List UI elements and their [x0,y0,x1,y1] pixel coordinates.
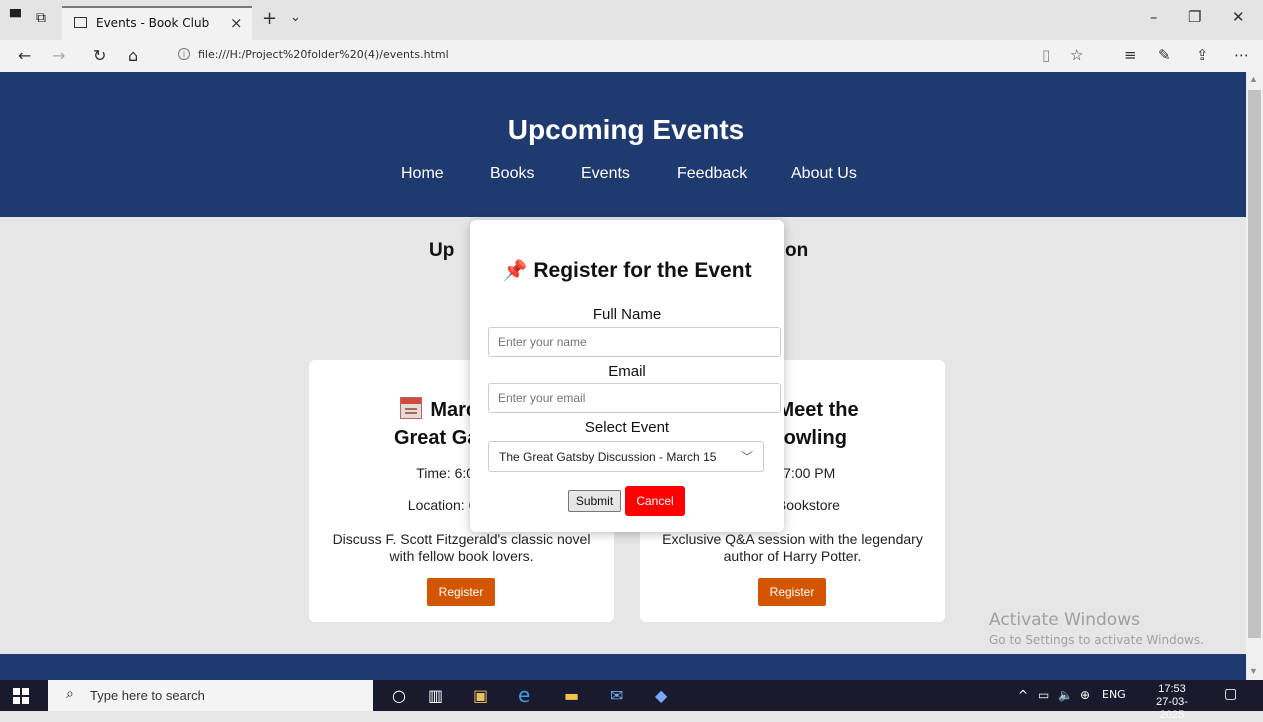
windows-taskbar: ⌕ Type here to search ○ ▥ ▣ e ▬ ✉ ◆ ^ ▭ … [0,680,1263,721]
forward-icon[interactable]: → [52,46,65,65]
full-name-label: Full Name [592,306,662,323]
pen-notes-icon[interactable]: ✎ [1158,46,1171,64]
refresh-icon[interactable]: ↻ [93,46,106,65]
modal-title-text: Register for the Event [533,259,752,282]
watermark-line2: Go to Settings to activate Windows. [989,633,1204,647]
taskbar-search-box[interactable]: ⌕ Type here to search [48,680,373,711]
event-select-value: The Great Gatsby Discussion - March 15 [499,450,717,464]
event-description-line1: Exclusive Q&A session with the legendary [662,531,923,547]
pushpin-icon: 📌 [502,258,528,282]
register-button[interactable]: Register [758,578,826,606]
chevron-down-icon[interactable]: ⌄ [290,10,301,25]
modal-title: 📌 Register for the Event [470,258,784,283]
address-bar-row: ← → ↻ ⌂ i file:///H:/Project%20folder%20… [0,40,1263,72]
taskbar-search-placeholder: Type here to search [90,688,205,703]
page-title: Upcoming Events [507,114,745,145]
clock-time: 17:53 [1158,683,1186,695]
favorite-star-icon[interactable]: ☆ [1070,46,1083,64]
page-scrollbar[interactable]: ▲ ▼ [1246,72,1263,680]
event-description-line2: author of Harry Potter. [723,548,862,564]
scroll-thumb[interactable] [1248,90,1261,638]
share-icon[interactable]: ⇪ [1196,46,1209,64]
select-event-label: Select Event [584,419,670,436]
restore-icon[interactable]: ❐ [1188,8,1201,26]
more-menu-icon[interactable]: ⋯ [1234,46,1249,64]
tab-close-icon[interactable]: × [230,14,243,32]
file-explorer-icon[interactable]: ▬ [564,686,579,705]
register-button[interactable]: Register [427,578,495,606]
event-description-line2: with fellow book lovers. [389,548,534,564]
section-title-left: Up [429,240,455,261]
url-text: file:///H:/Project%20folder%20(4)/events… [198,48,449,61]
submit-button[interactable]: Submit [568,490,621,512]
email-input[interactable] [488,383,781,413]
tab-actions-icon[interactable]: ▀ [10,10,21,26]
site-footer [0,654,1246,680]
cancel-button[interactable]: Cancel [625,486,685,516]
nav-feedback[interactable]: Feedback [677,165,747,183]
battery-icon[interactable]: ▭ [1038,688,1049,702]
edge-browser-icon[interactable]: e [518,683,530,707]
tab-preview-icon[interactable]: ⧉ [36,10,46,26]
store-icon[interactable]: ▣ [473,686,488,705]
windows-start-icon[interactable] [13,688,29,704]
home-icon[interactable]: ⌂ [128,46,138,65]
close-window-icon[interactable]: ✕ [1232,8,1245,26]
calendar-icon [400,397,423,419]
scroll-up-icon[interactable]: ▲ [1249,74,1258,84]
nav-books[interactable]: Books [490,165,534,183]
page-icon [74,17,87,28]
search-icon: ⌕ [66,686,74,702]
event-select[interactable]: The Great Gatsby Discussion - March 15 ﹀ [488,441,764,472]
scroll-down-icon[interactable]: ▼ [1249,666,1258,676]
action-center-icon[interactable]: ▢ [1224,686,1237,702]
back-icon[interactable]: ← [18,46,31,65]
new-tab-icon[interactable]: + [262,8,277,29]
watermark-line1: Activate Windows [989,610,1140,630]
task-view-icon[interactable]: ▥ [428,686,443,705]
network-globe-icon[interactable]: ⊕ [1080,688,1090,702]
chevron-down-icon: ﹀ [740,450,753,464]
register-modal: 📌Register for the Event Full Name Email … [470,220,784,532]
taskbar-clock[interactable]: 17:53 27-03-2025 [1150,683,1194,722]
nav-about-us[interactable]: About Us [791,165,857,183]
cortana-icon[interactable]: ○ [392,686,406,705]
minimize-icon[interactable]: – [1150,8,1158,26]
clock-date: 27-03-2025 [1156,696,1188,721]
email-label: Email [608,363,646,380]
browser-titlebar: ▀ ⧉ Events - Book Club × + ⌄ – ❐ ✕ [0,0,1263,40]
nav-home[interactable]: Home [401,165,444,183]
tab-title: Events - Book Club [96,16,210,30]
page-viewport: Upcoming Events Home Books Events Feedba… [0,72,1246,680]
site-header: Upcoming Events Home Books Events Feedba… [0,72,1246,217]
browser-tab[interactable]: Events - Book Club × [62,6,252,40]
language-indicator[interactable]: ENG [1102,688,1126,701]
mail-icon[interactable]: ✉ [610,686,623,705]
info-icon[interactable]: i [178,48,190,60]
url-field[interactable]: i file:///H:/Project%20folder%20(4)/even… [172,43,1062,69]
favorites-hub-icon[interactable]: ≡ [1124,46,1137,64]
full-name-input[interactable] [488,327,781,357]
paint-drop-icon[interactable]: ◆ [655,686,667,705]
section-title-right: on [785,240,809,261]
activate-windows-watermark: Activate Windows Go to Settings to activ… [989,610,1204,647]
event-description-line1: Discuss F. Scott Fitzgerald's classic no… [332,531,591,547]
volume-icon[interactable]: 🔈 [1058,688,1073,702]
reading-view-icon[interactable]: ▯ [1042,46,1050,64]
nav-events[interactable]: Events [581,165,630,183]
tray-chevron-icon[interactable]: ^ [1018,688,1028,702]
